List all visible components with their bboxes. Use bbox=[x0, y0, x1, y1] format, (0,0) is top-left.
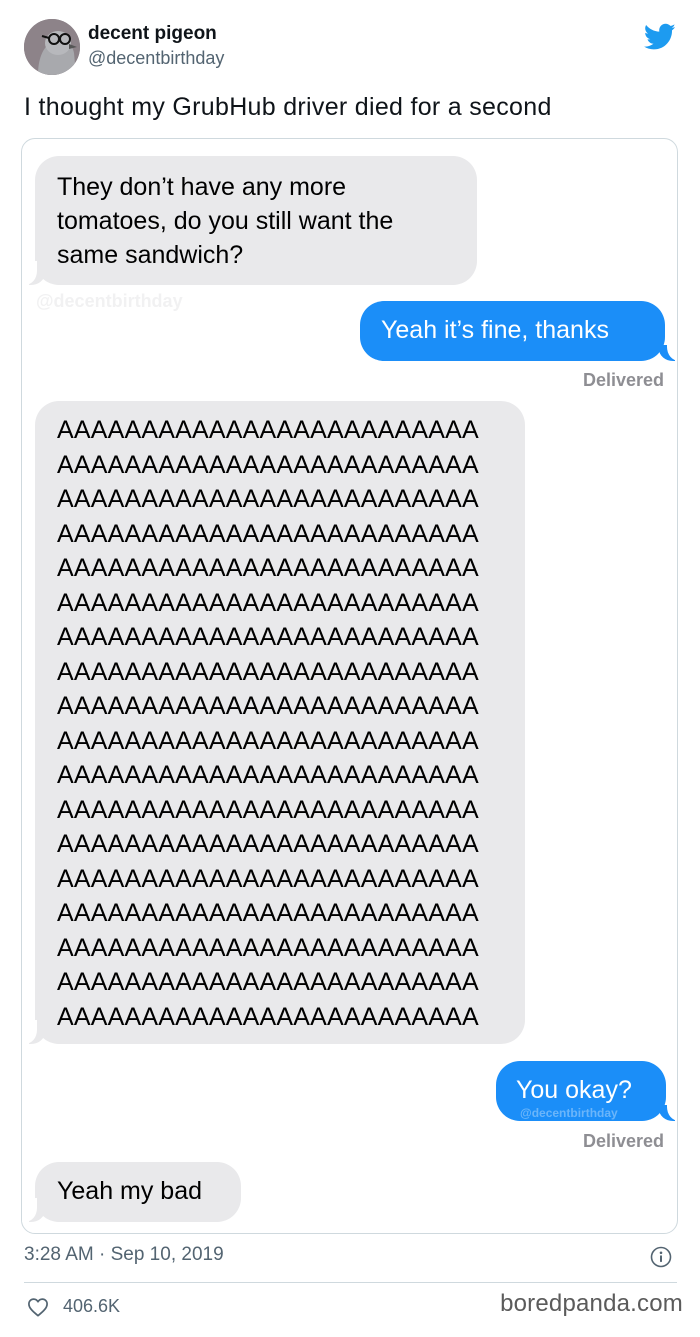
scream-line: AAAAAAAAAAAAAAAAAAAAAAAAA bbox=[57, 519, 479, 548]
incoming-message: They don’t have any more tomatoes, do yo… bbox=[35, 156, 477, 285]
scream-line: AAAAAAAAAAAAAAAAAAAAAAAAA bbox=[57, 623, 479, 651]
pigeon-avatar-icon bbox=[24, 19, 80, 75]
scream-line: AAAAAAAAAAAAAAAAAAAAAAAAA bbox=[57, 726, 479, 755]
scream-line: AAAAAAAAAAAAAAAAAAAAAAAAA bbox=[57, 933, 479, 962]
scream-line: AAAAAAAAAAAAAAAAAAAAAAAAA bbox=[57, 899, 479, 927]
scream-line: AAAAAAAAAAAAAAAAAAAAAAAAA bbox=[57, 657, 479, 686]
delivered-status: Delivered bbox=[582, 1131, 664, 1151]
bubble-tail bbox=[659, 1097, 677, 1121]
twitter-bird-icon[interactable] bbox=[644, 23, 676, 51]
delivered-status: Delivered bbox=[582, 370, 664, 390]
scream-line: AAAAAAAAAAAAAAAAAAAAAAAAA bbox=[57, 1002, 479, 1031]
tweet-text: I thought my GrubHub driver died for a s… bbox=[24, 93, 552, 121]
scream-line: AAAAAAAAAAAAAAAAAAAAAAAAA bbox=[57, 588, 479, 617]
author[interactable]: decent pigeon @decentbirthday bbox=[88, 23, 224, 70]
scream-line: AAAAAAAAAAAAAAAAAAAAAAAAA bbox=[57, 761, 479, 789]
scream-line: AAAAAAAAAAAAAAAAAAAAAAAAA bbox=[57, 485, 479, 513]
message-screenshot[interactable]: They don’t have any more tomatoes, do yo… bbox=[21, 138, 678, 1234]
scream-line: AAAAAAAAAAAAAAAAAAAAAAAAA bbox=[57, 795, 479, 824]
scream-line: AAAAAAAAAAAAAAAAAAAAAAAAA bbox=[57, 864, 479, 893]
watermark: @decentbirthday bbox=[520, 1106, 618, 1120]
scream-line: AAAAAAAAAAAAAAAAAAAAAAAAA bbox=[57, 692, 479, 720]
heart-icon[interactable] bbox=[27, 1297, 49, 1317]
scream-line: AAAAAAAAAAAAAAAAAAAAAAAAA bbox=[57, 554, 479, 582]
scream-line: AAAAAAAAAAAAAAAAAAAAAAAAA bbox=[57, 450, 479, 479]
avatar[interactable] bbox=[24, 19, 80, 75]
divider bbox=[24, 1282, 677, 1283]
like-count[interactable]: 406.6K bbox=[63, 1296, 120, 1317]
incoming-message: Yeah my bad bbox=[35, 1162, 241, 1222]
scream-line: AAAAAAAAAAAAAAAAAAAAAAAAA bbox=[57, 830, 479, 858]
site-watermark: boredpanda.com bbox=[500, 1290, 683, 1317]
bubble-tail bbox=[22, 1198, 45, 1222]
incoming-message-scream: AAAAAAAAAAAAAAAAAAAAAAAAA AAAAAAAAAAAAAA… bbox=[35, 401, 525, 1044]
tweet-header: decent pigeon @decentbirthday bbox=[24, 17, 684, 79]
info-icon[interactable] bbox=[650, 1246, 672, 1268]
scream-line: AAAAAAAAAAAAAAAAAAAAAAAAA bbox=[57, 416, 479, 444]
bubble-tail bbox=[22, 1020, 45, 1044]
bubble-tail bbox=[22, 261, 45, 285]
scream-line: AAAAAAAAAAAAAAAAAAAAAAAAA bbox=[57, 968, 479, 996]
watermark: @decentbirthday bbox=[36, 291, 183, 311]
display-name[interactable]: decent pigeon bbox=[88, 23, 224, 45]
tweet-timestamp[interactable]: 3:28 AM · Sep 10, 2019 bbox=[24, 1244, 224, 1266]
bubble-tail bbox=[659, 337, 677, 361]
handle[interactable]: @decentbirthday bbox=[88, 46, 224, 70]
outgoing-message: Yeah it’s fine, thanks bbox=[360, 301, 665, 361]
